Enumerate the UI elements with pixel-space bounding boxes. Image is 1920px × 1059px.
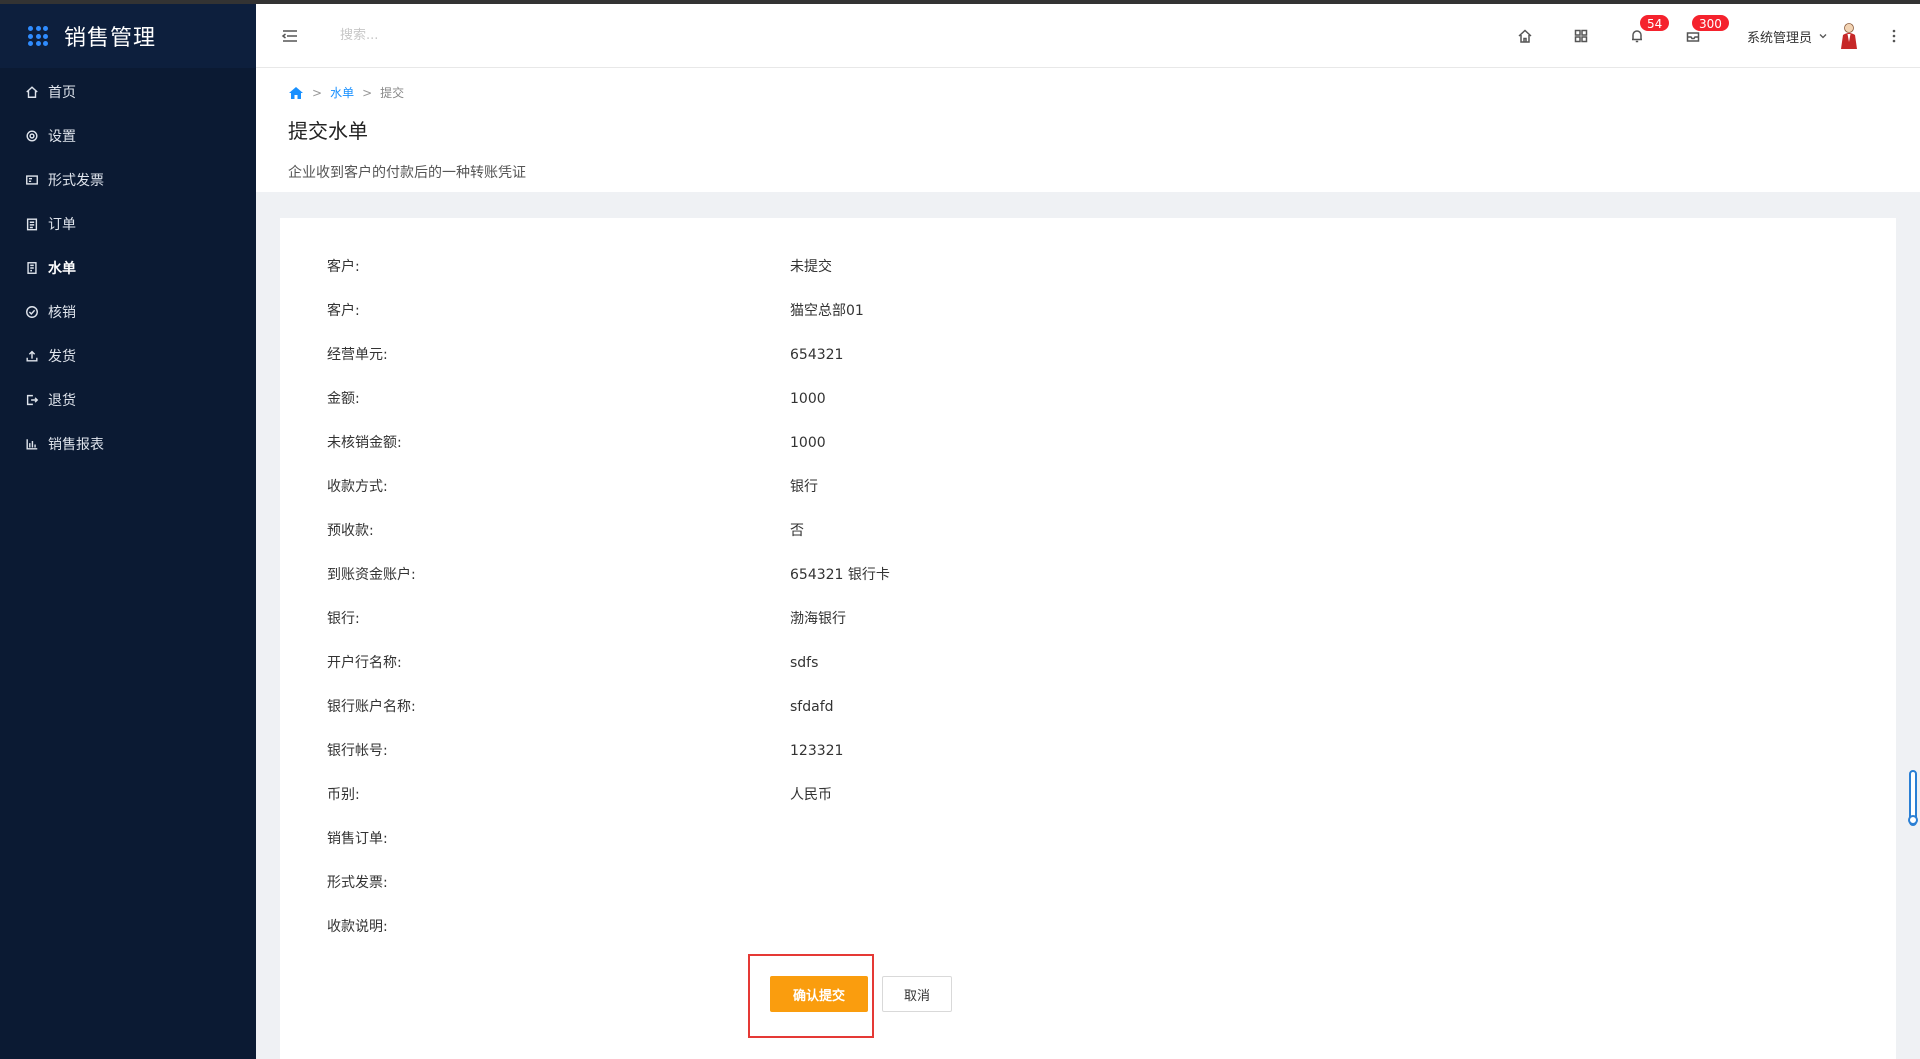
sidebar-item-label: 销售报表: [48, 437, 104, 453]
user-name: 系统管理员: [1746, 30, 1812, 46]
upload-icon: [24, 348, 40, 364]
top-header: 54 300 系统管理员: [256, 4, 1920, 68]
field-label: 收款方式:: [327, 479, 388, 495]
breadcrumb-separator: >: [312, 85, 323, 100]
header-actions: 54 300 系统管理员: [1497, 4, 1920, 68]
breadcrumb-bank-slip[interactable]: 水单: [330, 84, 354, 101]
field-label: 经营单元:: [327, 347, 388, 363]
sidebar-item-bank-slip[interactable]: 水单: [0, 246, 256, 290]
more-vertical-icon: [1892, 29, 1896, 43]
field-value: 否: [790, 523, 804, 539]
user-menu[interactable]: 系统管理员: [1747, 22, 1860, 50]
sidebar-item-returns[interactable]: 退货: [0, 378, 256, 422]
chevron-down-icon: [1819, 34, 1827, 39]
confirm-submit-button[interactable]: 确认提交: [770, 976, 868, 1012]
field-label: 预收款:: [327, 523, 374, 539]
sidebar-item-write-off[interactable]: 核销: [0, 290, 256, 334]
sidebar-item-orders[interactable]: 订单: [0, 202, 256, 246]
detail-card: 客户: 未提交 客户: 猫空总部01 经营单元: 654321 金额: 1000 未核销…: [280, 218, 1896, 1059]
gear-icon: [24, 128, 40, 144]
sidebar-menu: 首页 设置 形式发票 订单 水单 核销 发货 退货 销售报表: [0, 68, 256, 466]
window-top-border: [0, 0, 1920, 4]
field-value: 渤海银行: [790, 611, 846, 627]
field-value: 1000: [790, 435, 826, 451]
app-title: 销售管理: [64, 26, 157, 51]
field-label: 银行帐号:: [327, 743, 388, 759]
brand[interactable]: 销售管理: [0, 4, 256, 68]
field-value: sfdafd: [790, 699, 834, 715]
sidebar-item-settings[interactable]: 设置: [0, 114, 256, 158]
field-label: 开户行名称:: [327, 655, 402, 671]
home-icon[interactable]: [288, 86, 304, 100]
sidebar-item-label: 退货: [48, 393, 76, 409]
invoice-icon: [24, 172, 40, 188]
sidebar-item-label: 水单: [48, 261, 76, 277]
breadcrumb-submit: 提交: [380, 86, 405, 100]
sidebar-item-label: 订单: [48, 217, 76, 233]
home-icon: [24, 84, 40, 100]
sidebar-item-label: 发货: [48, 349, 76, 365]
field-label: 收款说明:: [327, 919, 388, 935]
field-value: 654321 银行卡: [790, 567, 890, 583]
receipt-icon: [24, 260, 40, 276]
field-value: sdfs: [790, 655, 819, 671]
sidebar-item-label: 设置: [48, 129, 76, 145]
search-input[interactable]: [340, 20, 600, 51]
breadcrumb: > 水单 > 提交: [288, 84, 1920, 101]
field-label: 金额:: [327, 391, 360, 407]
bar-chart-icon: [24, 436, 40, 452]
apps-button[interactable]: [1553, 4, 1609, 68]
notifications-button[interactable]: 54: [1609, 4, 1671, 68]
field-value: 1000: [790, 391, 826, 407]
clipboard-icon: [24, 216, 40, 232]
sidebar-item-shipping[interactable]: 发货: [0, 334, 256, 378]
field-value: 猫空总部01: [790, 303, 864, 319]
field-label: 银行账户名称:: [327, 699, 416, 715]
home-button[interactable]: [1497, 4, 1553, 68]
sidebar-item-home[interactable]: 首页: [0, 70, 256, 114]
field-label: 客户:: [327, 303, 360, 319]
messages-button[interactable]: 300: [1665, 4, 1730, 68]
field-value: 银行: [790, 479, 818, 495]
page-title: 提交水单: [288, 119, 368, 143]
avatar: [1841, 23, 1857, 49]
cancel-button[interactable]: 取消: [882, 976, 952, 1012]
logout-icon: [24, 392, 40, 408]
breadcrumb-separator: >: [362, 85, 373, 100]
field-label: 到账资金账户:: [327, 567, 416, 583]
scrollbar-handle[interactable]: [1908, 815, 1918, 825]
field-value: 未提交: [790, 259, 832, 275]
field-label: 销售订单:: [327, 831, 388, 847]
field-value: 123321: [790, 743, 844, 759]
field-label: 银行:: [327, 611, 360, 627]
sidebar-item-label: 形式发票: [48, 173, 104, 189]
page-description: 企业收到客户的付款后的一种转账凭证: [288, 165, 526, 181]
field-label: 客户:: [327, 259, 360, 275]
sidebar: 销售管理 首页 设置 形式发票 订单 水单 核销 发货 退货 销售报表: [0, 4, 256, 1059]
sidebar-item-proforma-invoice[interactable]: 形式发票: [0, 158, 256, 202]
sidebar-item-label: 首页: [48, 85, 76, 101]
sidebar-item-sales-report[interactable]: 销售报表: [0, 422, 256, 466]
page-header: > 水单 > 提交 提交水单 企业收到客户的付款后的一种转账凭证: [256, 68, 1920, 192]
field-value: 人民币: [790, 787, 832, 803]
more-options-button[interactable]: [1874, 4, 1914, 68]
field-label: 币别:: [327, 787, 360, 803]
sidebar-item-label: 核销: [48, 305, 76, 321]
check-circle-icon: [24, 304, 40, 320]
home-icon: [1518, 29, 1532, 43]
menu-fold-icon[interactable]: [280, 26, 300, 46]
messages-badge: 300: [1690, 14, 1730, 32]
grid-icon: [1574, 29, 1588, 43]
field-label: 形式发票:: [327, 875, 388, 891]
field-label: 未核销金额:: [327, 435, 402, 451]
field-value: 654321: [790, 347, 844, 363]
apps-grid-icon: [28, 26, 48, 46]
